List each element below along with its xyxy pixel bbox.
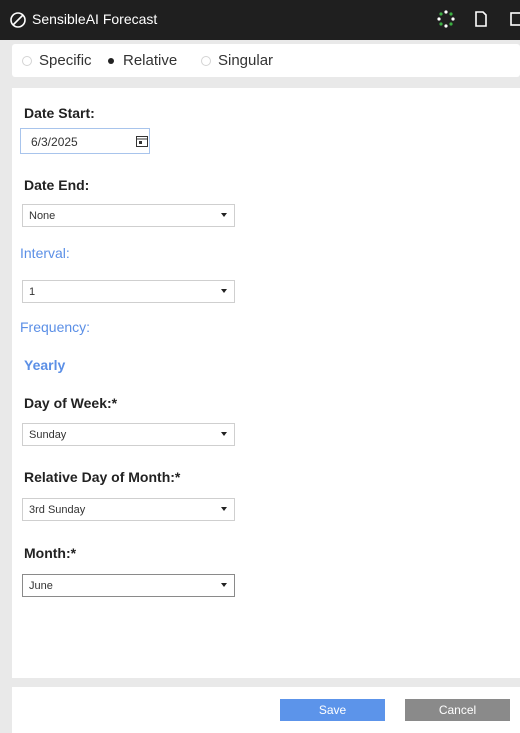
radio-specific[interactable]	[22, 55, 32, 66]
date-end-value: None	[29, 210, 56, 222]
dialog-footer: Save Cancel	[12, 687, 520, 733]
title-bar: SensibleAI Forecast	[0, 0, 520, 40]
relative-day-select[interactable]: 3rd Sunday	[22, 498, 235, 521]
chevron-down-icon	[221, 583, 227, 587]
app-title: SensibleAI Forecast	[32, 11, 158, 27]
save-button[interactable]: Save	[280, 699, 385, 721]
mode-option-label: Specific	[39, 52, 92, 69]
chevron-down-icon	[221, 289, 227, 293]
month-label: Month:*	[24, 545, 77, 561]
date-end-label: Date End:	[24, 177, 90, 193]
day-of-week-label: Day of Week:*	[24, 395, 118, 411]
date-start-value: 6/3/2025	[31, 135, 78, 149]
relative-day-label: Relative Day of Month:*	[24, 469, 181, 485]
relative-day-value: 3rd Sunday	[29, 504, 86, 516]
radio-relative[interactable]	[106, 56, 116, 66]
document-icon[interactable]	[472, 9, 490, 29]
day-of-week-value: Sunday	[29, 429, 67, 441]
mode-option-specific[interactable]: Specific	[22, 52, 92, 69]
date-end-select[interactable]: None	[22, 204, 235, 227]
forecast-logo-icon	[10, 12, 26, 28]
mode-option-relative[interactable]: Relative	[106, 52, 177, 69]
month-select[interactable]: June	[22, 574, 235, 597]
interval-select[interactable]: 1	[22, 280, 235, 303]
frequency-label: Frequency:	[20, 319, 91, 335]
chevron-down-icon	[221, 213, 227, 217]
cancel-button[interactable]: Cancel	[405, 699, 510, 721]
mode-option-singular[interactable]: Singular	[201, 52, 273, 69]
chevron-down-icon	[221, 432, 227, 436]
calendar-icon[interactable]	[136, 135, 148, 147]
interval-value: 1	[29, 286, 36, 298]
window-icon[interactable]	[508, 10, 520, 28]
loading-spinner-icon[interactable]	[436, 9, 456, 29]
schedule-form-panel: Date Start: 6/3/2025 Date End: None Inte…	[12, 88, 520, 678]
date-start-input[interactable]: 6/3/2025	[20, 128, 150, 154]
interval-label: Interval:	[20, 245, 70, 261]
mode-option-label: Singular	[218, 52, 274, 69]
chevron-down-icon	[221, 507, 227, 511]
date-start-label: Date Start:	[24, 105, 95, 121]
radio-singular[interactable]	[201, 55, 211, 66]
month-value: June	[29, 580, 53, 592]
frequency-value: Yearly	[24, 357, 66, 373]
mode-option-label: Relative	[123, 52, 178, 69]
day-of-week-select[interactable]: Sunday	[22, 423, 235, 446]
schedule-mode-selector: Specific Relative Singular	[12, 44, 520, 77]
